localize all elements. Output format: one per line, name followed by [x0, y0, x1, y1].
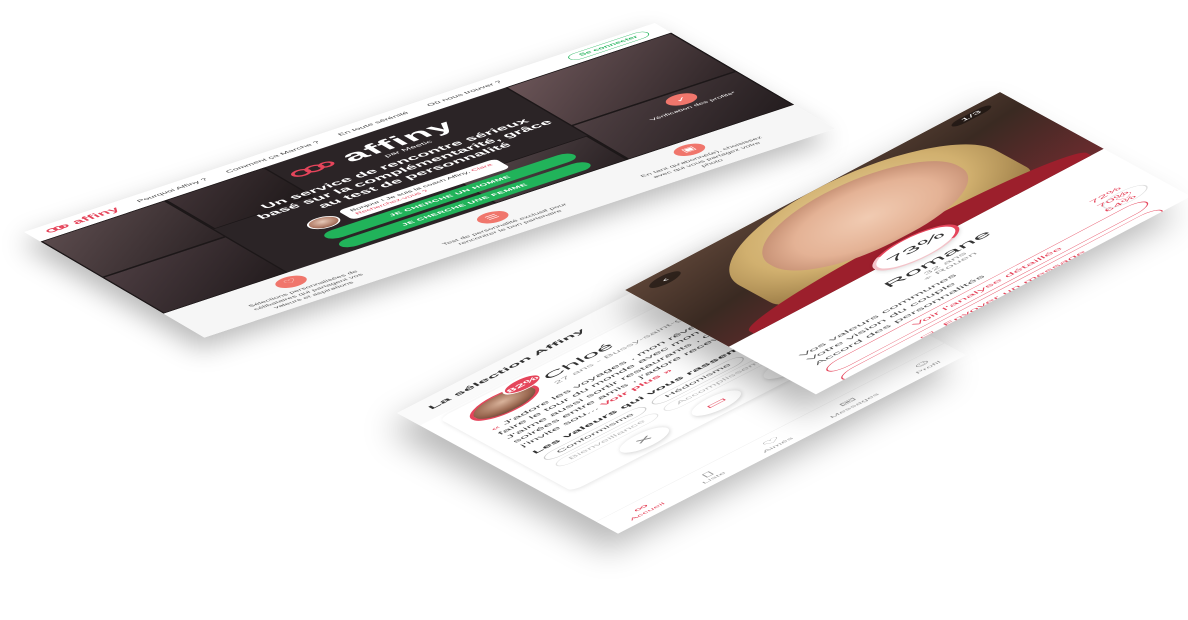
photo-counter: 1/3	[948, 103, 995, 129]
back-button[interactable]: ‹	[644, 268, 685, 291]
tab-list[interactable]: ▯ Liste	[692, 466, 727, 485]
close-icon: ✕	[631, 433, 658, 447]
chat-icon: ▭	[701, 395, 731, 411]
tab-messages[interactable]: ✉ Messages	[820, 387, 880, 419]
tab-home[interactable]: ∞ Accueil	[620, 497, 666, 522]
tab-profile[interactable]: ☺ Profil	[906, 356, 942, 374]
mail-icon: ✉	[836, 396, 860, 409]
chevron-left-icon: ‹	[658, 276, 672, 283]
tab-liked[interactable]: ♡ Aimés	[752, 432, 794, 453]
